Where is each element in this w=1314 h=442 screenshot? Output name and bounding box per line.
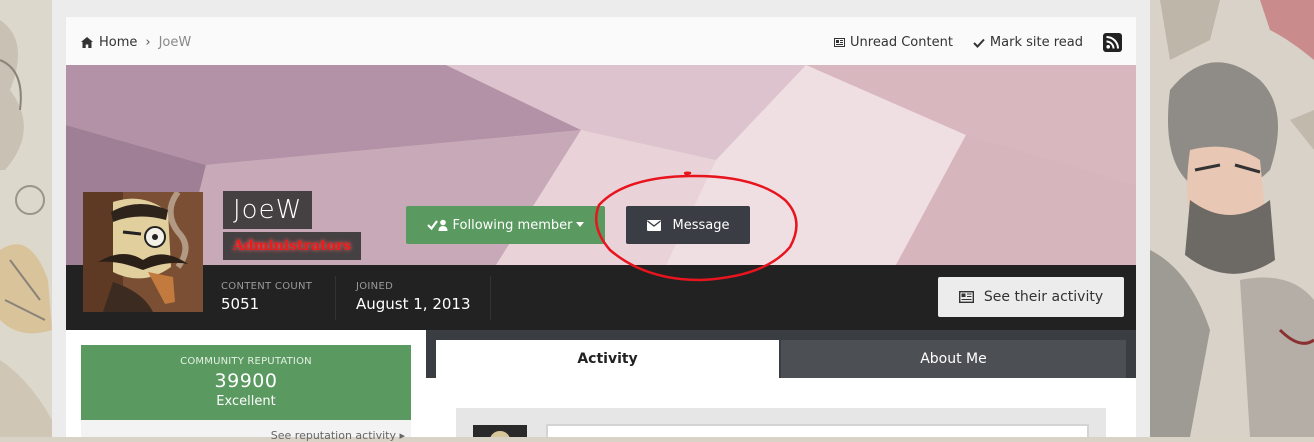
- reputation-label: COMMUNITY REPUTATION: [180, 356, 312, 367]
- profile-name: JoeW: [223, 191, 313, 229]
- stat-divider: [490, 276, 491, 320]
- status-update-input[interactable]: [546, 424, 1089, 437]
- breadcrumb-bar: Home › JoeW Unread Content Mark site rea…: [66, 17, 1136, 65]
- top-toolbar: Unread Content Mark site read: [834, 33, 1122, 52]
- reputation-value: 39900: [214, 370, 278, 392]
- mark-site-read-label: Mark site read: [989, 35, 1083, 50]
- caret-down-icon: [576, 222, 585, 227]
- unread-content-label: Unread Content: [850, 35, 953, 50]
- tab-activity[interactable]: Activity: [436, 340, 779, 378]
- background-art-left: [0, 0, 52, 437]
- breadcrumb: Home › JoeW: [81, 35, 191, 50]
- content-count-value: 5051: [221, 295, 260, 313]
- see-activity-label: See their activity: [983, 289, 1104, 305]
- content-count-label: CONTENT COUNT: [221, 281, 313, 292]
- stat-divider: [335, 276, 336, 320]
- joined-stat: JOINED August 1, 2013: [356, 281, 471, 313]
- message-button[interactable]: Message: [626, 206, 750, 244]
- tab-about-me[interactable]: About Me: [781, 340, 1126, 378]
- see-reputation-activity-label: See reputation activity: [270, 429, 396, 442]
- content-count-stat: CONTENT COUNT 5051: [221, 281, 312, 313]
- message-label: Message: [672, 217, 730, 233]
- reputation-card: COMMUNITY REPUTATION 39900 Excellent: [81, 345, 411, 420]
- check-icon: [973, 38, 985, 48]
- background-art-right: [1150, 0, 1314, 437]
- check-user-icon: [426, 219, 448, 231]
- follow-member-button[interactable]: Following member: [406, 206, 605, 244]
- newspaper-icon: [834, 38, 846, 47]
- breadcrumb-separator: ›: [145, 35, 151, 50]
- avatar[interactable]: [83, 192, 203, 312]
- joined-label: JOINED: [356, 281, 394, 292]
- home-icon: [81, 37, 93, 48]
- breadcrumb-home-link[interactable]: Home: [99, 35, 137, 50]
- rss-icon[interactable]: [1103, 33, 1122, 52]
- reputation-rank: Excellent: [216, 394, 276, 409]
- chevron-right-icon: ▸: [399, 429, 405, 442]
- see-reputation-activity-link[interactable]: See reputation activity ▸: [271, 429, 405, 442]
- envelope-icon: [646, 219, 661, 231]
- breadcrumb-current: JoeW: [158, 35, 192, 50]
- newspaper-icon: [958, 291, 974, 303]
- unread-content-link[interactable]: Unread Content: [834, 35, 953, 50]
- reputation-link-bar: See reputation activity ▸: [81, 420, 411, 442]
- follow-member-label: Following member: [452, 217, 573, 233]
- feed-avatar: [473, 425, 527, 437]
- joined-value: August 1, 2013: [356, 295, 471, 313]
- mark-site-read-link[interactable]: Mark site read: [973, 35, 1083, 50]
- see-activity-button[interactable]: See their activity: [938, 277, 1124, 317]
- member-group-badge: Administrators: [223, 232, 362, 260]
